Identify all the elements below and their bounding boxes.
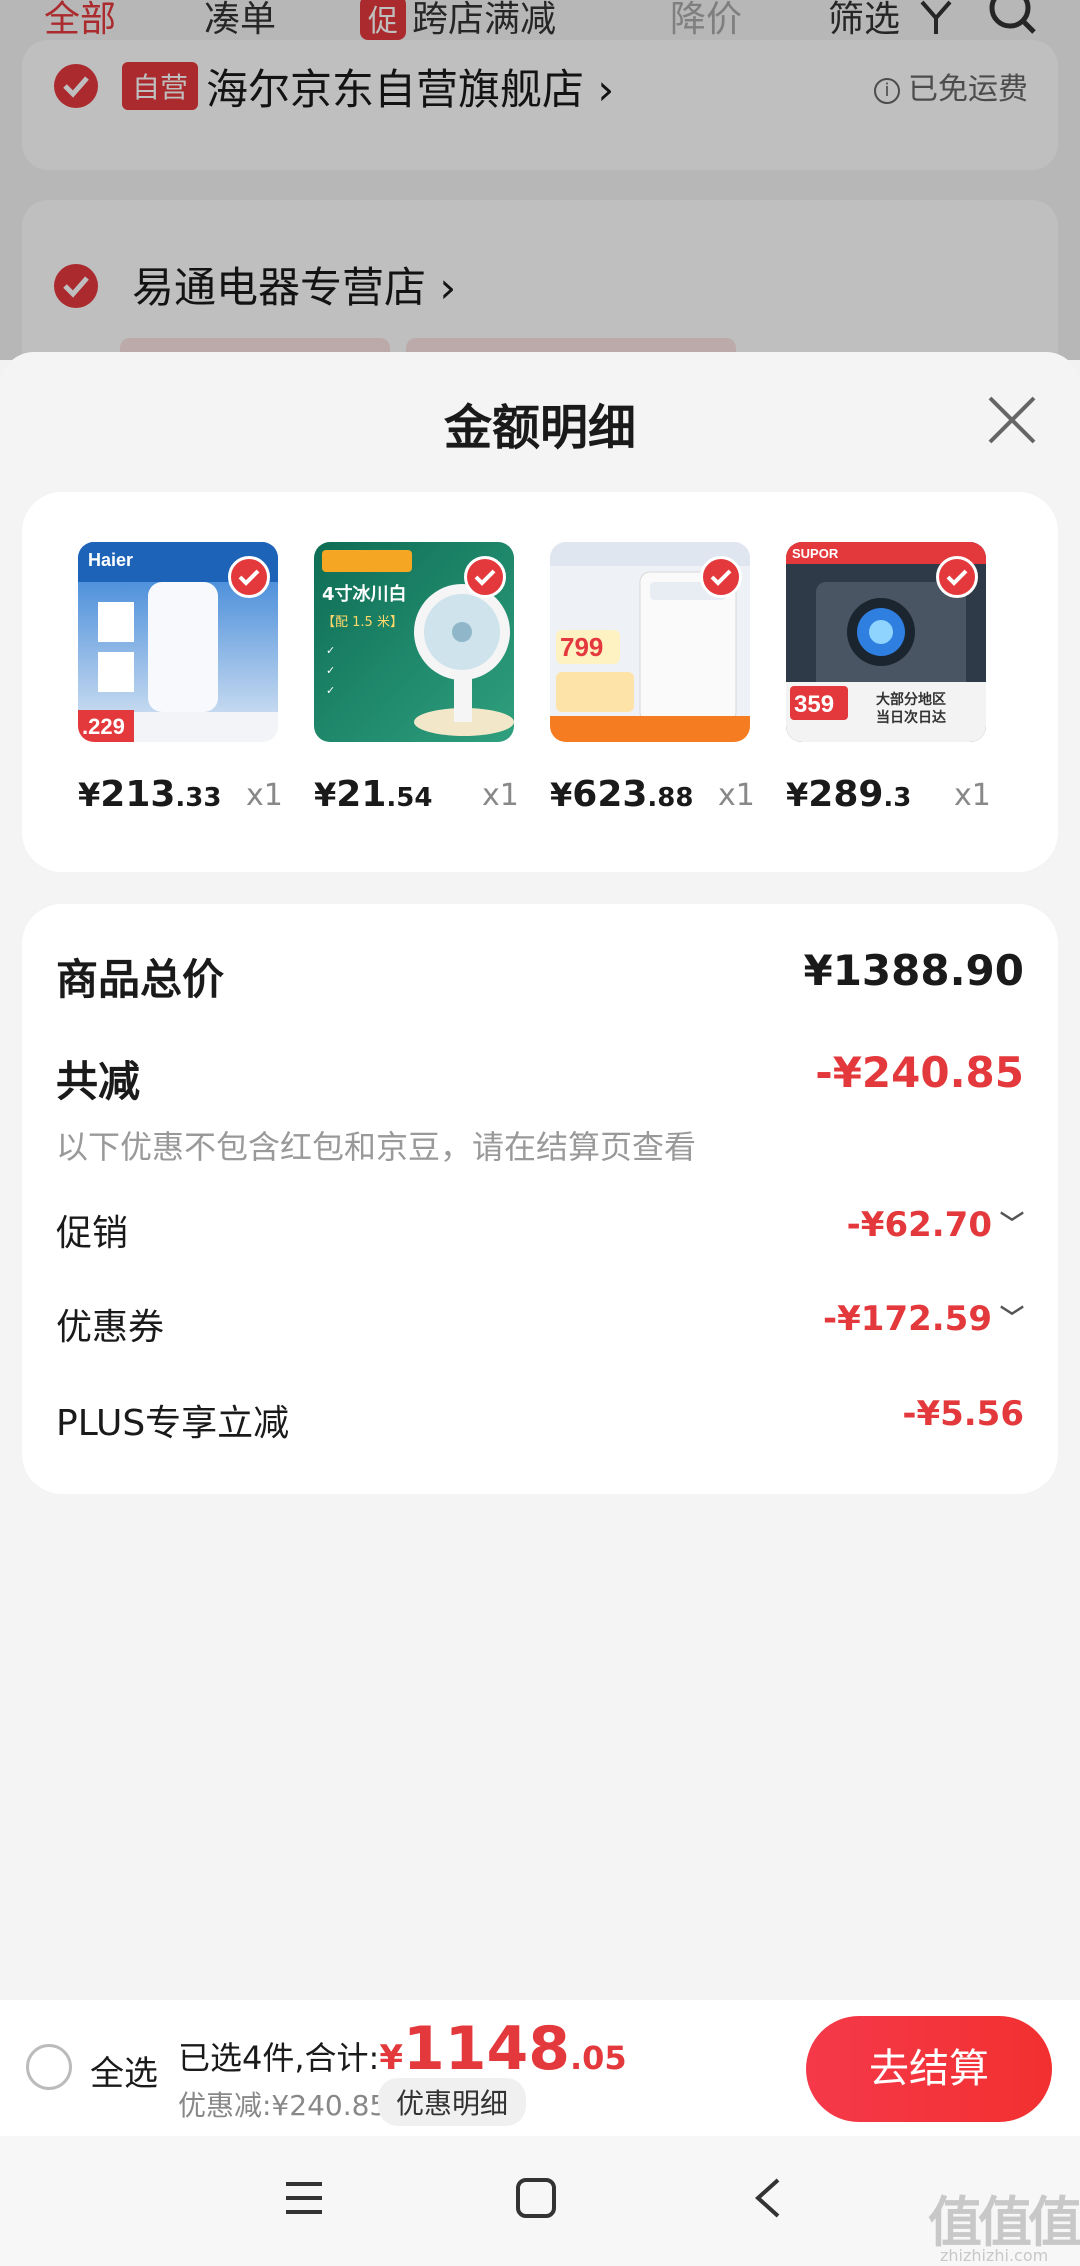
item-price: ¥623.88 xyxy=(550,774,694,815)
item-quantity: x1 xyxy=(246,778,283,813)
price-detail-card: 商品总价 ¥1388.90 共减 -¥240.85 以下优惠不包含红包和京豆，请… xyxy=(22,904,1058,1494)
discount-summary: 优惠减:¥240.85 xyxy=(178,2089,388,2122)
total-reduction-label: 共减 xyxy=(56,1057,141,1106)
svg-text:当日次日达: 当日次日达 xyxy=(876,709,946,726)
system-nav-bar xyxy=(0,2136,1080,2266)
total-reduction-value: -¥240.85 xyxy=(815,1048,1024,1097)
svg-text:4寸冰川白: 4寸冰川白 xyxy=(322,583,407,605)
total-price-value: ¥1388.90 xyxy=(803,946,1024,995)
chevron-down-icon[interactable]: ﹀ xyxy=(1000,1204,1024,1239)
item-check-icon[interactable] xyxy=(464,556,506,598)
discount-detail-button[interactable]: 优惠明细 xyxy=(378,2078,527,2126)
item-check-icon[interactable] xyxy=(700,556,742,598)
item-quantity: x1 xyxy=(482,778,519,813)
checkout-button[interactable]: 去结算 xyxy=(806,2016,1052,2122)
svg-text:Haier: Haier xyxy=(88,550,133,570)
plus-discount-value: -¥5.56 xyxy=(902,1394,1024,1434)
back-icon[interactable] xyxy=(752,2176,784,2220)
total-summary: 已选4件,合计:¥1148.05 xyxy=(178,2014,627,2084)
coupon-label: 优惠券 xyxy=(56,1307,165,1348)
svg-text:359: 359 xyxy=(794,691,834,718)
svg-text:大部分地区: 大部分地区 xyxy=(876,691,946,708)
promotion-label: 促销 xyxy=(56,1213,129,1254)
modal-overlay[interactable] xyxy=(0,0,1080,360)
svg-text:✓: ✓ xyxy=(326,644,335,657)
cart-background: 全部 凑单 促跨店满减 降价 筛选 自营 海尔京东自营旗舰店 › i 已免运费 易… xyxy=(0,0,1080,400)
chevron-down-icon[interactable]: ﹀ xyxy=(1000,1298,1024,1333)
svg-text:SUPOR: SUPOR xyxy=(792,546,839,561)
promotion-value[interactable]: -¥62.70 ﹀ xyxy=(847,1204,1024,1245)
item-price: ¥21.54 xyxy=(314,774,433,815)
coupon-value[interactable]: -¥172.59 ﹀ xyxy=(823,1298,1024,1339)
item-quantity: x1 xyxy=(718,778,755,813)
select-all-radio[interactable] xyxy=(26,2044,72,2090)
sheet-title: 金额明细 xyxy=(443,400,636,456)
item-check-icon[interactable] xyxy=(936,556,978,598)
select-all-label[interactable]: 全选 xyxy=(90,2046,158,2095)
reduction-note: 以下优惠不包含红包和京豆，请在结算页查看 xyxy=(56,1128,697,1166)
plus-discount-label: PLUS专享立减 xyxy=(56,1403,290,1444)
item-price: ¥213.33 xyxy=(78,774,222,815)
svg-text:.229: .229 xyxy=(82,714,125,739)
close-icon[interactable] xyxy=(984,392,1040,448)
menu-icon[interactable] xyxy=(282,2176,326,2220)
svg-text:799: 799 xyxy=(560,632,603,662)
home-icon[interactable] xyxy=(514,2176,558,2220)
item-check-icon[interactable] xyxy=(228,556,270,598)
checkout-bar: 全选 已选4件,合计:¥1148.05 优惠减:¥240.85 优惠明细 去结算 xyxy=(0,2000,1080,2136)
items-card: Haier .229 ¥213.33 x1 4寸冰川白 【配 1.5 米】 ✓ … xyxy=(22,492,1058,872)
amount-detail-sheet: 金额明细 Haier .229 ¥213.33 x1 4寸冰川白 【配 1.5 … xyxy=(0,352,1080,2000)
total-price-label: 商品总价 xyxy=(56,955,225,1004)
svg-text:【配 1.5 米】: 【配 1.5 米】 xyxy=(322,615,403,630)
item-quantity: x1 xyxy=(954,778,991,813)
item-price: ¥289.3 xyxy=(786,774,912,815)
svg-text:✓: ✓ xyxy=(326,664,335,677)
watermark-url: zhizhizhi.com xyxy=(940,2246,1049,2265)
svg-text:✓: ✓ xyxy=(326,684,335,697)
